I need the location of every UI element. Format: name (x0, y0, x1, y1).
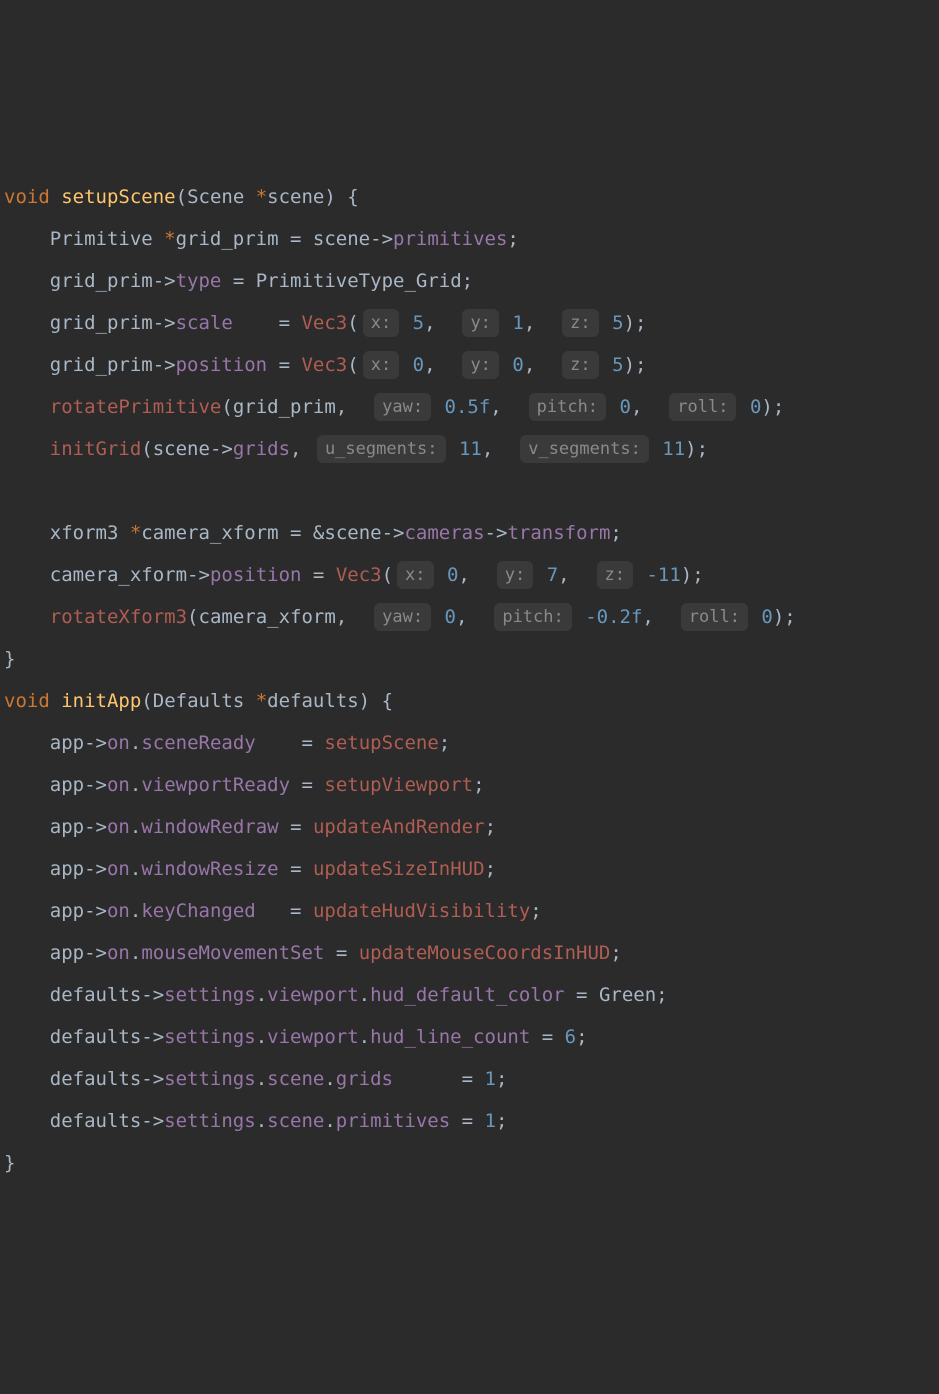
code-line: app->on.viewportReady = setupViewport; (4, 764, 935, 806)
code-line: initGrid(scene->grids, u_segments: 11, v… (4, 428, 935, 470)
code-line: grid_prim->type = PrimitiveType_Grid; (4, 260, 935, 302)
param-hint: pitch: (494, 603, 571, 631)
code-editor[interactable]: void setupScene(Scene *scene) { Primitiv… (4, 176, 935, 1184)
code-line: defaults->settings.scene.grids = 1; (4, 1058, 935, 1100)
param-hint: yaw: (374, 393, 431, 421)
code-line: app->on.keyChanged = updateHudVisibility… (4, 890, 935, 932)
code-line (4, 470, 935, 512)
param-hint: x: (397, 561, 433, 589)
code-line: defaults->settings.viewport.hud_default_… (4, 974, 935, 1016)
code-line: rotateXform3(camera_xform, yaw: 0, pitch… (4, 596, 935, 638)
param-hint: y: (462, 309, 498, 337)
param-hint: z: (562, 351, 598, 379)
param-hint: y: (497, 561, 533, 589)
param-hint: y: (462, 351, 498, 379)
code-line: void initApp(Defaults *defaults) { (4, 680, 935, 722)
param-hint: x: (363, 309, 399, 337)
code-line: app->on.windowResize = updateSizeInHUD; (4, 848, 935, 890)
code-line: } (4, 1142, 935, 1184)
code-line: defaults->settings.viewport.hud_line_cou… (4, 1016, 935, 1058)
function-name: initApp (61, 690, 141, 712)
param-hint: v_segments: (520, 435, 649, 463)
param-hint: roll: (681, 603, 748, 631)
keyword-void: void (4, 186, 50, 208)
code-line: Primitive *grid_prim = scene->primitives… (4, 218, 935, 260)
code-line: app->on.sceneReady = setupScene; (4, 722, 935, 764)
code-line: grid_prim->scale = Vec3(x: 5, y: 1, z: 5… (4, 302, 935, 344)
code-line: grid_prim->position = Vec3(x: 0, y: 0, z… (4, 344, 935, 386)
code-line: app->on.mouseMovementSet = updateMouseCo… (4, 932, 935, 974)
param-hint: x: (363, 351, 399, 379)
code-line: rotatePrimitive(grid_prim, yaw: 0.5f, pi… (4, 386, 935, 428)
code-line: xform3 *camera_xform = &scene->cameras->… (4, 512, 935, 554)
function-name: setupScene (61, 186, 175, 208)
param-hint: z: (597, 561, 633, 589)
code-line: app->on.windowRedraw = updateAndRender; (4, 806, 935, 848)
code-line: } (4, 638, 935, 680)
param-hint: roll: (669, 393, 736, 421)
param-hint: z: (562, 309, 598, 337)
code-line: defaults->settings.scene.primitives = 1; (4, 1100, 935, 1142)
param-hint: pitch: (529, 393, 606, 421)
param-hint: yaw: (374, 603, 431, 631)
param-hint: u_segments: (317, 435, 446, 463)
code-line: camera_xform->position = Vec3(x: 0, y: 7… (4, 554, 935, 596)
code-line: void setupScene(Scene *scene) { (4, 176, 935, 218)
